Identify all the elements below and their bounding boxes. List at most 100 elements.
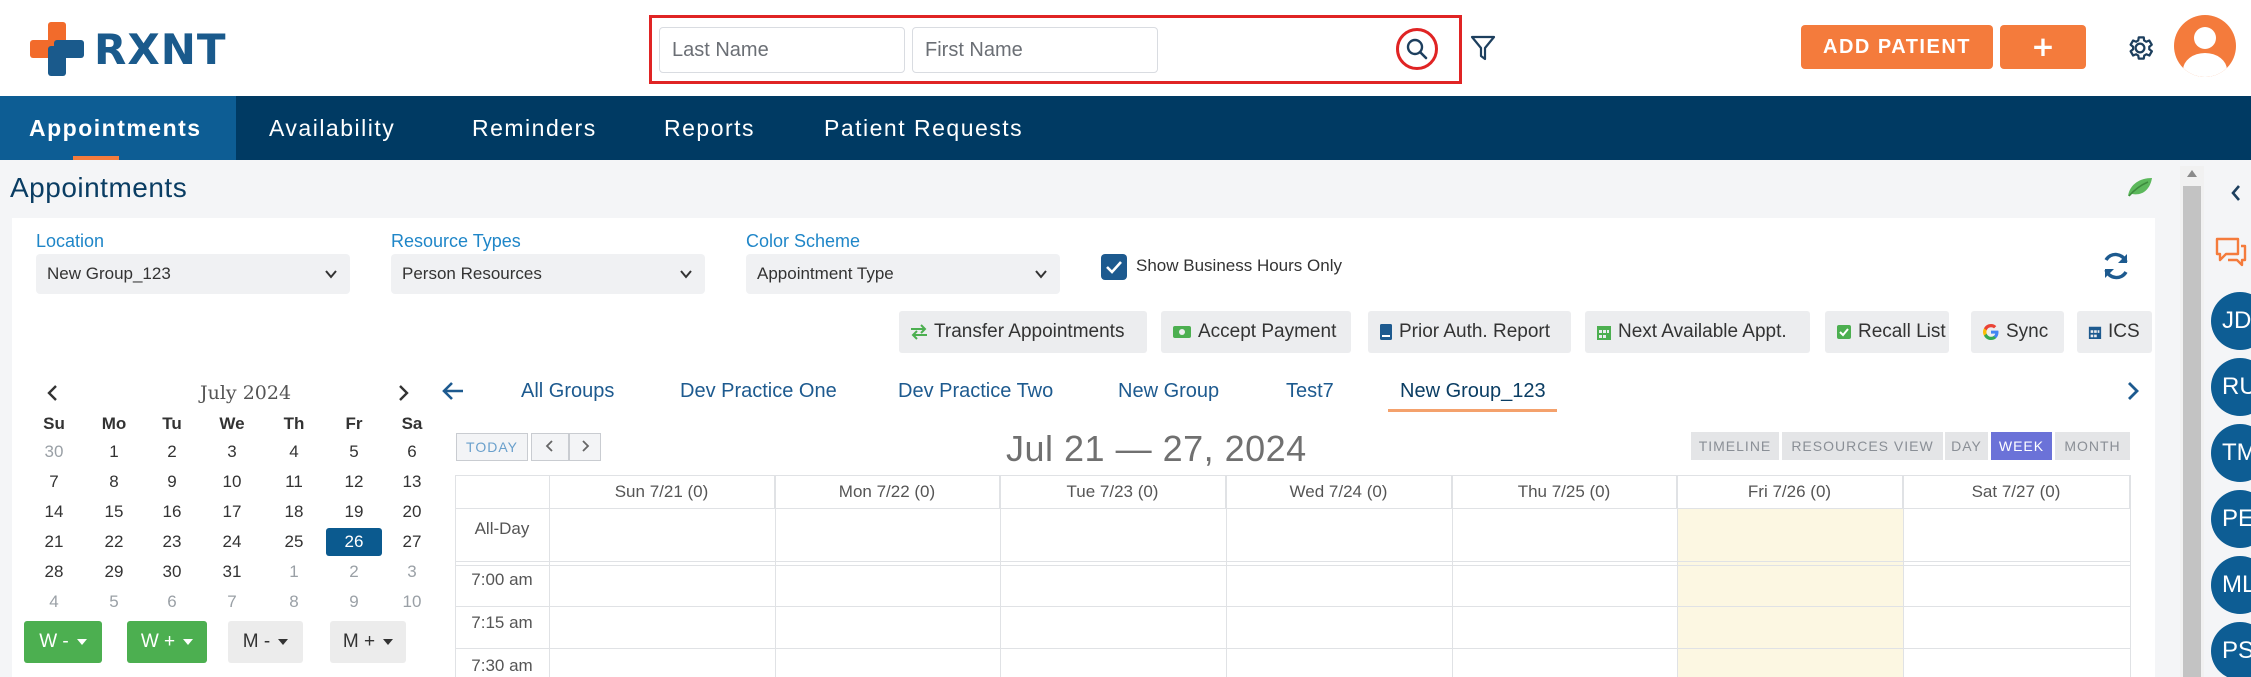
mini-calendar-day[interactable]: 20	[392, 498, 432, 526]
first-name-input[interactable]	[912, 27, 1158, 73]
chevron-left-icon[interactable]	[2230, 184, 2242, 202]
mini-calendar-day[interactable]: 4	[34, 588, 74, 616]
color-scheme-select[interactable]: Appointment Type	[746, 254, 1060, 294]
view-day-button[interactable]: DAY	[1945, 432, 1988, 460]
mini-calendar-day[interactable]: 6	[392, 438, 432, 466]
group-tab-dev-practice-two[interactable]: Dev Practice Two	[898, 380, 1053, 412]
mini-calendar-day[interactable]: 6	[152, 588, 192, 616]
mini-calendar-day[interactable]: 8	[274, 588, 314, 616]
view-week-button[interactable]: WEEK	[1991, 432, 2052, 460]
add-patient-button[interactable]: ADD PATIENT	[1801, 25, 1993, 69]
last-name-input[interactable]	[659, 27, 905, 73]
prior-auth-report-button[interactable]: Prior Auth. Report	[1368, 311, 1571, 353]
mini-calendar-day[interactable]: 14	[34, 498, 74, 526]
mini-calendar-day[interactable]: 30	[152, 558, 192, 586]
resource-types-select[interactable]: Person Resources	[391, 254, 705, 294]
mini-calendar-day[interactable]: 12	[334, 468, 374, 496]
view-timeline-button[interactable]: TIMELINE	[1691, 432, 1779, 460]
nav-tab-availability[interactable]: Availability	[240, 96, 424, 160]
gear-icon[interactable]	[2125, 33, 2155, 63]
next-available-appt-label: Next Available Appt.	[1618, 321, 1787, 342]
mini-calendar-day[interactable]: 10	[392, 588, 432, 616]
group-tab-dev-practice-one[interactable]: Dev Practice One	[680, 380, 837, 412]
mini-calendar-day[interactable]: 3	[212, 438, 252, 466]
mini-calendar-day[interactable]: 10	[212, 468, 252, 496]
month-back-button[interactable]: M -	[228, 621, 303, 663]
business-hours-checkbox[interactable]	[1101, 254, 1127, 280]
chat-icon[interactable]	[2214, 236, 2248, 268]
prev-week-button[interactable]	[531, 433, 569, 461]
mini-calendar-next-icon[interactable]	[396, 384, 410, 402]
mini-calendar-day[interactable]: 1	[274, 558, 314, 586]
mini-calendar-day[interactable]: 25	[274, 528, 314, 556]
group-tab-new-group[interactable]: New Group	[1118, 380, 1219, 412]
next-available-appt-button[interactable]: Next Available Appt.	[1585, 311, 1810, 353]
refresh-icon[interactable]	[2100, 250, 2132, 282]
mini-calendar-day[interactable]: 15	[94, 498, 134, 526]
mini-calendar-day[interactable]: 24	[212, 528, 252, 556]
mini-calendar-day[interactable]: 3	[392, 558, 432, 586]
month-forward-button[interactable]: M +	[330, 621, 406, 663]
mini-calendar-day[interactable]: 7	[212, 588, 252, 616]
search-button[interactable]	[1396, 28, 1438, 70]
mini-calendar-prev-icon[interactable]	[46, 384, 60, 402]
next-week-button[interactable]	[569, 433, 601, 461]
chevron-down-icon	[325, 270, 337, 279]
location-select[interactable]: New Group_123	[36, 254, 350, 294]
mini-calendar-day[interactable]: 5	[334, 438, 374, 466]
group-tab-test7[interactable]: Test7	[1286, 380, 1334, 412]
mini-calendar-day[interactable]: 7	[34, 468, 74, 496]
mini-calendar-day-selected[interactable]: 26	[326, 528, 382, 556]
week-forward-button[interactable]: W +	[127, 621, 207, 663]
mini-calendar-day[interactable]: 2	[152, 438, 192, 466]
mini-calendar-day[interactable]: 4	[274, 438, 314, 466]
mini-calendar-day[interactable]: 28	[34, 558, 74, 586]
rxnt-logo[interactable]: RXNT	[30, 22, 227, 76]
mini-calendar-day[interactable]: 13	[392, 468, 432, 496]
mini-calendar-weekday: Fr	[345, 414, 363, 433]
mini-calendar-day[interactable]: 27	[392, 528, 432, 556]
today-button[interactable]: TODAY	[456, 433, 528, 461]
nav-tab-reminders[interactable]: Reminders	[443, 96, 626, 160]
group-tab-all-groups[interactable]: All Groups	[521, 380, 614, 412]
nav-tab-patient-requests[interactable]: Patient Requests	[795, 96, 1052, 160]
mini-calendar-day[interactable]: 1	[94, 438, 134, 466]
ics-button[interactable]: ICS	[2077, 311, 2152, 353]
nav-tab-reports[interactable]: Reports	[635, 96, 784, 160]
mini-calendar-day[interactable]: 22	[94, 528, 134, 556]
nav-tab-appointments[interactable]: Appointments	[0, 96, 236, 160]
mini-calendar-day[interactable]: 21	[34, 528, 74, 556]
view-month-button[interactable]: MONTH	[2055, 432, 2130, 460]
chevron-right-icon[interactable]	[2124, 380, 2142, 402]
mini-calendar-day[interactable]: 31	[212, 558, 252, 586]
accept-payment-button[interactable]: Accept Payment	[1161, 311, 1351, 353]
mini-calendar-day[interactable]: 23	[152, 528, 192, 556]
add-menu-button[interactable]: +	[2000, 25, 2086, 69]
mini-calendar-day[interactable]: 11	[274, 468, 314, 496]
calendar-icon	[1597, 325, 1611, 340]
user-avatar[interactable]	[2174, 15, 2236, 77]
view-resources-button[interactable]: RESOURCES VIEW	[1782, 432, 1943, 460]
scroll-up-icon[interactable]	[2187, 170, 2197, 177]
mini-calendar-day[interactable]: 18	[274, 498, 314, 526]
mini-calendar-day[interactable]: 5	[94, 588, 134, 616]
scroll-thumb[interactable]	[2183, 186, 2201, 677]
sync-button[interactable]: Sync	[1971, 311, 2064, 353]
mini-calendar-day[interactable]: 17	[212, 498, 252, 526]
group-tab-new-group-123[interactable]: New Group_123	[1400, 380, 1546, 412]
time-slot-label: 7:00 am	[471, 570, 533, 589]
mini-calendar-day[interactable]: 16	[152, 498, 192, 526]
mini-calendar-day[interactable]: 30	[34, 438, 74, 466]
filter-icon[interactable]	[1470, 34, 1496, 62]
mini-calendar-day[interactable]: 8	[94, 468, 134, 496]
week-back-button[interactable]: W -	[24, 621, 102, 663]
mini-calendar-day[interactable]: 2	[334, 558, 374, 586]
mini-calendar-day[interactable]: 9	[334, 588, 374, 616]
transfer-appointments-button[interactable]: Transfer Appointments	[899, 311, 1147, 353]
mini-calendar-day[interactable]: 9	[152, 468, 192, 496]
arrow-left-icon[interactable]	[441, 380, 465, 402]
mini-calendar-day[interactable]: 19	[334, 498, 374, 526]
recall-list-button[interactable]: Recall List	[1825, 311, 1949, 353]
vertical-scrollbar[interactable]	[2180, 166, 2204, 677]
mini-calendar-day[interactable]: 29	[94, 558, 134, 586]
